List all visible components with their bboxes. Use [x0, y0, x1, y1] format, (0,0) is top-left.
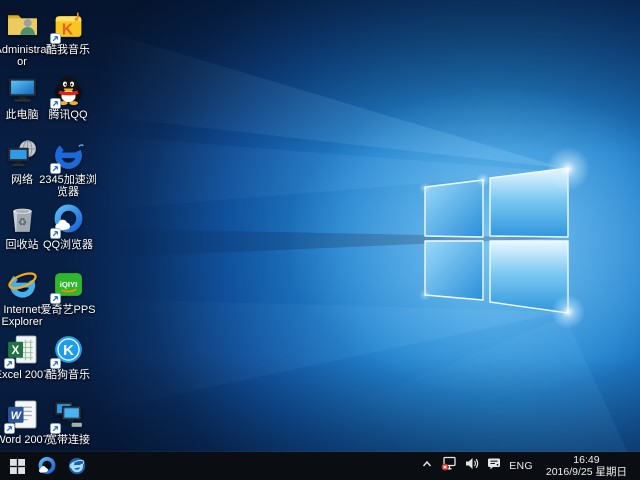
taskbar-pinned-internet-explorer[interactable]: [62, 452, 92, 480]
desktop-icon-tencent-qq[interactable]: 腾讯QQ: [46, 73, 90, 121]
qq-browser-icon: [37, 456, 57, 476]
desktop-icon-broadband-connection[interactable]: 宽带连接: [46, 398, 90, 446]
broadband-icon: [52, 398, 85, 431]
desktop-icon-qq-browser[interactable]: QQ浏览器: [46, 203, 90, 251]
qq-penguin-icon: [52, 73, 85, 106]
desktop-icon-label: 爱奇艺PPS: [39, 304, 97, 316]
desktop-icon-kugou-music[interactable]: K酷狗音乐: [46, 333, 90, 381]
shortcut-arrow-icon: [50, 31, 61, 42]
svg-text:♻: ♻: [17, 218, 26, 229]
shortcut-arrow-icon: [4, 356, 15, 367]
taskbar: ENG 16:49 2016/9/25 星期日: [0, 452, 640, 480]
desktop-icon-label: 宽带连接: [39, 434, 97, 446]
svg-text:iQIYI: iQIYI: [59, 280, 77, 289]
shortcut-arrow-icon: [50, 291, 61, 302]
user-folder-icon: [6, 8, 39, 41]
shortcut-arrow-icon: [50, 226, 61, 237]
desktop-icon-word-2007[interactable]: WWord 2007: [0, 398, 44, 446]
iqiyi-icon: iQIYI: [52, 268, 85, 301]
tray-language-button[interactable]: ENG: [505, 452, 537, 480]
desktop-icon-area: Administrator 此电脑网络 ♻回收站 Internet Explorer X…: [0, 0, 640, 452]
desktop-icon-label: 酷我音乐: [39, 44, 97, 56]
desktop-icon-this-pc[interactable]: 此电脑: [0, 73, 44, 121]
tray-clock-button[interactable]: 16:49 2016/9/25 星期日: [537, 452, 636, 480]
word-icon: W: [6, 398, 39, 431]
svg-text:K: K: [63, 342, 74, 359]
desktop-icon-2345-browser[interactable]: 2345加速浏览器: [46, 138, 90, 198]
tray-overflow-button[interactable]: [417, 452, 437, 480]
blue-e-browser-icon: [52, 138, 85, 171]
computer-icon: [6, 73, 39, 106]
language-indicator: ENG: [509, 460, 533, 472]
ime-panel-icon: [487, 457, 501, 475]
tray-ime-button[interactable]: [483, 452, 505, 480]
desktop-icon-administrator[interactable]: Administrator: [0, 8, 44, 68]
shortcut-arrow-icon: [50, 161, 61, 172]
shortcut-arrow-icon: [50, 96, 61, 107]
excel-icon: X: [6, 333, 39, 366]
shortcut-arrow-icon: [4, 421, 15, 432]
qq-browser-icon: [52, 203, 85, 236]
start-button[interactable]: [2, 452, 32, 480]
desktop-icon-label: 2345加速浏览器: [39, 174, 97, 198]
kuwo-music-icon: K: [52, 8, 85, 41]
system-tray: ENG 16:49 2016/9/25 星期日: [417, 452, 640, 480]
desktop-icon-recycle-bin[interactable]: ♻回收站: [0, 203, 44, 251]
desktop-icon-label: 腾讯QQ: [39, 109, 97, 121]
speaker-icon: [465, 457, 479, 475]
desktop-icon-network[interactable]: 网络: [0, 138, 44, 186]
shortcut-arrow-icon: [50, 356, 61, 367]
ie-taskbar-icon: [67, 456, 87, 476]
network-globe-icon: [6, 138, 39, 171]
tray-volume-button[interactable]: [461, 452, 483, 480]
taskbar-pinned-qq-browser[interactable]: [32, 452, 62, 480]
desktop-icon-internet-explorer[interactable]: Internet Explorer: [0, 268, 44, 328]
kugou-music-icon: K: [52, 333, 85, 366]
desktop-icon-label: 酷狗音乐: [39, 369, 97, 381]
clock-date: 2016/9/25 星期日: [546, 466, 627, 479]
internet-explorer-icon: [6, 268, 39, 301]
desktop-icon-excel-2007[interactable]: XExcel 2007: [0, 333, 44, 381]
svg-text:K: K: [61, 21, 73, 38]
clock-time: 16:49: [546, 454, 627, 467]
desktop-icon-label: QQ浏览器: [39, 239, 97, 251]
desktop-icon-iqiyi-pps[interactable]: iQIYI爱奇艺PPS: [46, 268, 90, 316]
shortcut-arrow-icon: [50, 421, 61, 432]
chevron-up-icon: [421, 457, 433, 475]
recycle-bin-icon: ♻: [6, 203, 39, 236]
tray-network-button[interactable]: [437, 452, 461, 480]
windows-start-icon: [10, 459, 25, 474]
network-disconnected-icon: [441, 456, 457, 476]
desktop-icon-kuwo-music[interactable]: K酷我音乐: [46, 8, 90, 56]
windows-desktop: Administrator 此电脑网络 ♻回收站 Internet Explorer X…: [0, 0, 640, 480]
taskbar-left: [0, 452, 92, 480]
